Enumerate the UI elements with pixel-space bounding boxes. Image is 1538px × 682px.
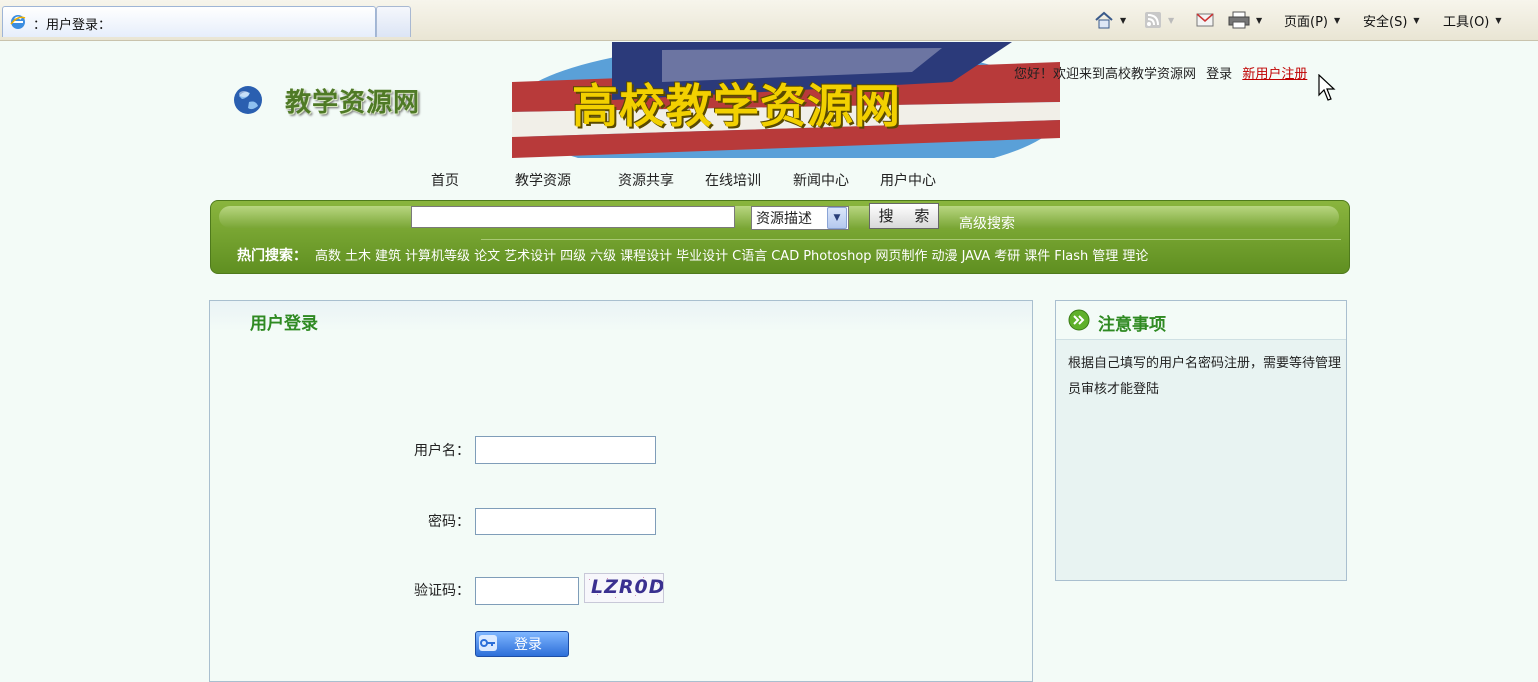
- login-link[interactable]: 登录: [1206, 67, 1232, 82]
- chevron-down-icon: ▼: [1495, 15, 1502, 25]
- chevron-down-icon: ▼: [1333, 15, 1341, 25]
- new-tab-button[interactable]: [376, 6, 411, 37]
- hot-keyword-link[interactable]: 课件: [1024, 249, 1050, 264]
- home-icon: [1095, 11, 1113, 29]
- globe-icon: [234, 86, 262, 114]
- tools-menu-label: 工具(O): [1443, 14, 1490, 30]
- captcha-input[interactable]: [475, 577, 579, 605]
- safety-menu-label: 安全(S): [1363, 14, 1408, 30]
- password-label: 密码：: [428, 514, 470, 530]
- hot-keyword-link[interactable]: 动漫: [932, 249, 958, 264]
- hot-keyword-link[interactable]: 六级: [590, 249, 616, 264]
- hot-keyword-link[interactable]: 计算机等级: [405, 249, 470, 264]
- hot-searches: 热门搜索： 高数 土木 建筑 计算机等级 论文 艺术设计 四级 六级 课程设计 毕业设计 C语言 CAD…: [237, 245, 1227, 265]
- home-button[interactable]: ▼: [1094, 10, 1126, 30]
- nav-item-home[interactable]: 首页: [431, 170, 459, 190]
- login-title: 用户登录: [250, 314, 318, 334]
- captcha-image[interactable]: LZR0D: [584, 573, 664, 603]
- hot-keyword-link[interactable]: 艺术设计: [504, 249, 556, 264]
- hot-keyword-link[interactable]: CAD: [771, 249, 799, 264]
- welcome-text: 您好！欢迎来到高校教学资源网: [1014, 67, 1197, 82]
- hot-keyword-link[interactable]: 考研: [994, 249, 1020, 264]
- login-submit-label: 登录: [514, 637, 542, 653]
- captcha-label: 验证码：: [414, 583, 470, 599]
- nav-item-resource-sharing[interactable]: 资源共享: [618, 170, 674, 190]
- site-banner: 高校教学资源网: [512, 42, 1060, 158]
- hot-keyword-link[interactable]: JAVA: [962, 249, 991, 264]
- key-icon: [479, 635, 497, 651]
- login-panel-header: [210, 301, 1032, 331]
- chevron-down-icon: ▼: [1256, 15, 1263, 25]
- search-bar: 资源描述 ▼ 搜 索 高级搜索 热门搜索： 高数 土木 建筑 计算机等级 论文 艺术设计 四级…: [210, 200, 1350, 274]
- mail-icon: [1196, 13, 1214, 27]
- page-menu[interactable]: 页面(P) ▼: [1284, 10, 1340, 30]
- hot-keyword-link[interactable]: 论文: [474, 249, 500, 264]
- banner-title: 高校教学资源网: [572, 79, 901, 133]
- register-link[interactable]: 新用户注册: [1242, 67, 1307, 82]
- page-menu-label: 页面(P): [1284, 14, 1328, 30]
- password-input[interactable]: [475, 508, 656, 535]
- nav-item-user-center[interactable]: 用户中心: [880, 170, 936, 190]
- double-arrow-icon: [1068, 309, 1090, 331]
- hot-keyword-link[interactable]: Photoshop: [803, 249, 871, 264]
- mouse-cursor-icon: [1318, 74, 1336, 101]
- login-panel: 用户登录 用户名： 密码： 验证码： LZR0D 登录: [209, 300, 1033, 682]
- notice-title: 注意事项: [1098, 315, 1166, 335]
- username-input[interactable]: [475, 436, 656, 464]
- divider: [481, 239, 1341, 240]
- mail-button[interactable]: [1196, 10, 1214, 30]
- notice-text: 根据自己填写的用户名密码注册，需要等待管理员审核才能登陆: [1068, 356, 1342, 397]
- search-input[interactable]: [411, 206, 735, 228]
- hot-keyword-link[interactable]: 建筑: [375, 249, 401, 264]
- browser-toolbar: ：用户登录： ▼ ▼ ▼ 页面(P) ▼ 安全(S) ▼ 工具(O) ▼: [0, 0, 1538, 41]
- nav-item-online-training[interactable]: 在线培训: [705, 170, 761, 190]
- hot-keyword-link[interactable]: 土木: [345, 249, 371, 264]
- hot-keyword-link[interactable]: 网页制作: [876, 249, 928, 264]
- chevron-down-icon: ▼: [1168, 15, 1175, 25]
- hot-keyword-link[interactable]: 四级: [560, 249, 586, 264]
- username-label: 用户名：: [414, 443, 470, 459]
- tab-title: ：用户登录：: [33, 18, 112, 33]
- hot-keyword-link[interactable]: 高数: [315, 249, 341, 264]
- chevron-down-icon[interactable]: ▼: [827, 207, 847, 229]
- hot-keyword-link[interactable]: 理论: [1122, 249, 1148, 264]
- chevron-down-icon: ▼: [1120, 15, 1127, 25]
- nav-item-teaching-resources[interactable]: 教学资源: [515, 170, 571, 190]
- feeds-button[interactable]: ▼: [1144, 10, 1174, 30]
- tools-menu[interactable]: 工具(O) ▼: [1443, 10, 1502, 30]
- search-button[interactable]: 搜 索: [869, 203, 939, 229]
- browser-tab[interactable]: ：用户登录：: [2, 6, 376, 37]
- search-field-value: 资源描述: [756, 211, 812, 227]
- notice-panel: 注意事项 根据自己填写的用户名密码注册，需要等待管理员审核才能登陆: [1055, 300, 1347, 581]
- site-logo-text: 教学资源网: [285, 88, 421, 118]
- hot-keyword-link[interactable]: C语言: [732, 249, 767, 264]
- chevron-down-icon: ▼: [1413, 15, 1420, 25]
- search-field-select[interactable]: 资源描述 ▼: [751, 206, 849, 230]
- top-user-links: 您好！欢迎来到高校教学资源网 登录 新用户注册: [1014, 63, 1307, 82]
- hot-keyword-list: 高数 土木 建筑 计算机等级 论文 艺术设计 四级 六级 课程设计 毕业设计 C语言 CAD Photo…: [315, 249, 1152, 264]
- hot-keyword-link[interactable]: Flash: [1054, 249, 1088, 264]
- captcha-text: LZR0D: [591, 576, 664, 598]
- hot-keyword-link[interactable]: 毕业设计: [676, 249, 728, 264]
- safety-menu[interactable]: 安全(S) ▼: [1363, 10, 1420, 30]
- hot-keyword-link[interactable]: 管理: [1092, 249, 1118, 264]
- advanced-search-link[interactable]: 高级搜索: [959, 213, 1015, 233]
- printer-icon: [1228, 11, 1250, 29]
- login-submit-button[interactable]: 登录: [475, 631, 569, 657]
- hot-search-label: 热门搜索：: [237, 248, 307, 264]
- ie-icon: [10, 15, 26, 29]
- rss-icon: [1145, 12, 1161, 28]
- nav-item-news-center[interactable]: 新闻中心: [793, 170, 849, 190]
- print-button[interactable]: ▼: [1228, 10, 1262, 30]
- hot-keyword-link[interactable]: 课程设计: [620, 249, 672, 264]
